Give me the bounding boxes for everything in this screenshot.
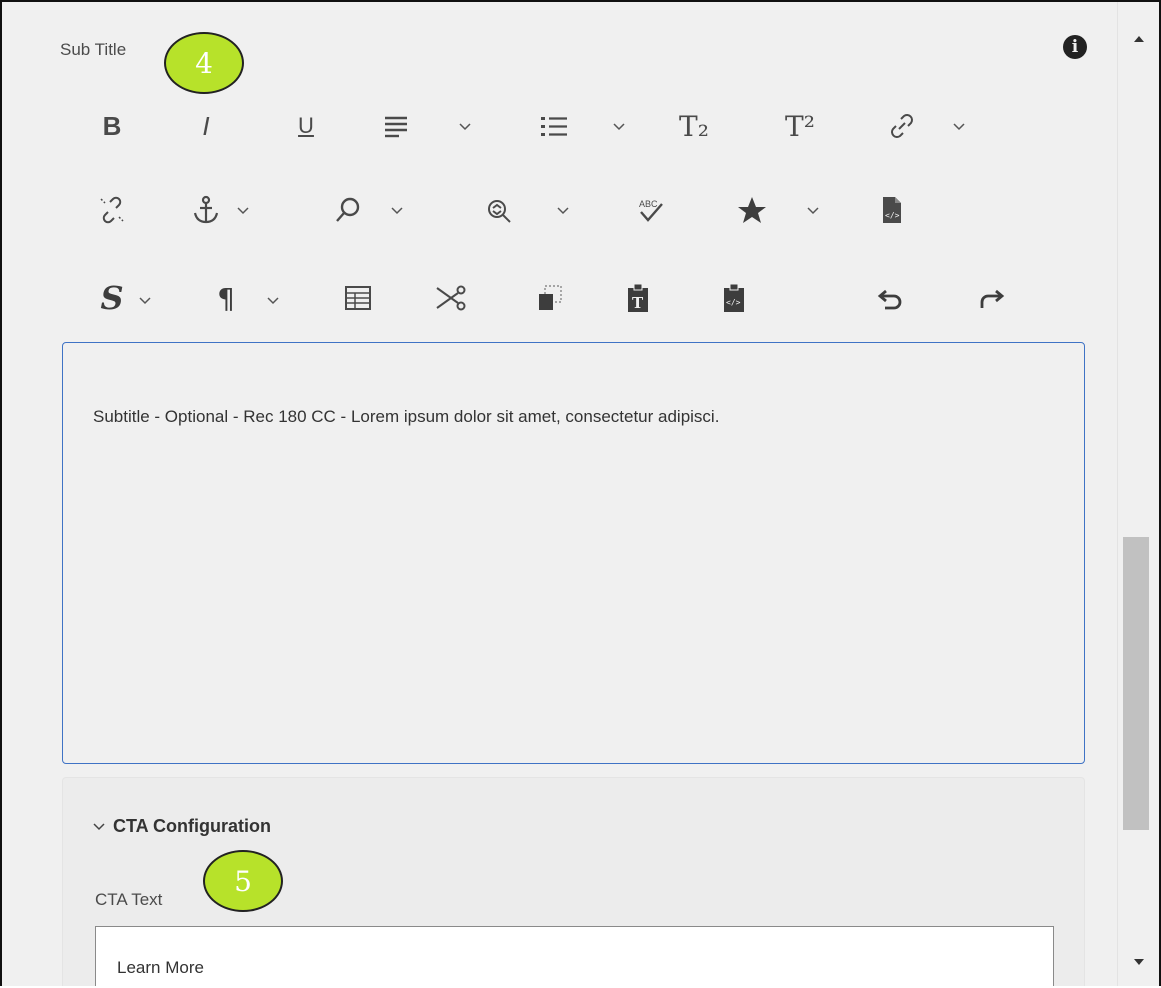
copy-icon[interactable] — [518, 274, 582, 322]
align-icon[interactable] — [364, 102, 428, 150]
find-icon[interactable] — [316, 186, 380, 234]
cta-section-toggle[interactable]: CTA Configuration — [93, 816, 271, 837]
special-char-icon[interactable] — [720, 186, 784, 234]
scrollbar-thumb[interactable] — [1123, 537, 1149, 830]
redo-icon[interactable] — [960, 274, 1024, 322]
special-char-dropdown-chevron-icon[interactable] — [804, 202, 822, 220]
form-content: Sub Title 4 i B I U T₂ T² ABC </> S ¶ T … — [2, 2, 1117, 986]
dialog-frame: Sub Title 4 i B I U T₂ T² ABC </> S ¶ T … — [0, 0, 1161, 986]
cta-configuration-panel: CTA Configuration CTA Text 5 Learn More — [62, 777, 1085, 986]
cta-section-title: CTA Configuration — [113, 816, 271, 836]
vertical-scrollbar[interactable] — [1117, 2, 1159, 986]
link-icon[interactable] — [870, 102, 934, 150]
italic-icon[interactable]: I — [174, 102, 238, 150]
subtitle-editor[interactable]: Subtitle - Optional - Rec 180 CC - Lorem… — [62, 342, 1085, 764]
scroll-down-arrow-icon[interactable] — [1132, 955, 1146, 969]
cta-text-value: Learn More — [117, 958, 204, 977]
link-dropdown-chevron-icon[interactable] — [950, 118, 968, 136]
superscript-icon[interactable]: T² — [768, 102, 832, 150]
svg-text:ABC: ABC — [639, 199, 658, 209]
list-dropdown-chevron-icon[interactable] — [610, 118, 628, 136]
paragraph-icon[interactable]: ¶ — [194, 274, 258, 322]
paste-text-icon[interactable]: T — [606, 274, 670, 322]
unlink-icon[interactable] — [80, 186, 144, 234]
scroll-up-arrow-icon[interactable] — [1132, 32, 1146, 46]
find-dropdown-chevron-icon[interactable] — [388, 202, 406, 220]
replace-icon[interactable] — [466, 186, 530, 234]
anchor-dropdown-chevron-icon[interactable] — [234, 202, 252, 220]
align-dropdown-chevron-icon[interactable] — [456, 118, 474, 136]
styles-icon[interactable]: S — [80, 274, 144, 322]
svg-text:</>: </> — [726, 298, 741, 307]
styles-dropdown-chevron-icon[interactable] — [136, 292, 154, 310]
step-badge-5: 5 — [203, 850, 283, 912]
paragraph-dropdown-chevron-icon[interactable] — [264, 292, 282, 310]
subscript-icon[interactable]: T₂ — [662, 102, 726, 150]
source-edit-icon[interactable]: </> — [860, 186, 924, 234]
step-badge-4: 4 — [164, 32, 244, 94]
list-icon[interactable] — [522, 102, 586, 150]
bold-icon[interactable]: B — [80, 102, 144, 150]
svg-text:</>: </> — [885, 211, 900, 220]
chevron-down-icon — [93, 822, 105, 830]
cut-icon[interactable] — [418, 274, 482, 322]
cta-text-input[interactable]: Learn More — [95, 926, 1054, 986]
info-icon[interactable]: i — [1063, 35, 1087, 59]
spellcheck-icon[interactable]: ABC — [618, 186, 682, 234]
undo-icon[interactable] — [858, 274, 922, 322]
anchor-icon[interactable] — [174, 186, 238, 234]
subtitle-editor-text: Subtitle - Optional - Rec 180 CC - Lorem… — [93, 407, 720, 426]
underline-icon[interactable]: U — [274, 102, 338, 150]
table-icon[interactable] — [326, 274, 390, 322]
cta-text-label: CTA Text — [95, 890, 163, 909]
paste-html-icon[interactable]: </> — [702, 274, 766, 322]
replace-dropdown-chevron-icon[interactable] — [554, 202, 572, 220]
subtitle-field-label: Sub Title — [60, 40, 127, 59]
svg-text:T: T — [632, 294, 644, 312]
